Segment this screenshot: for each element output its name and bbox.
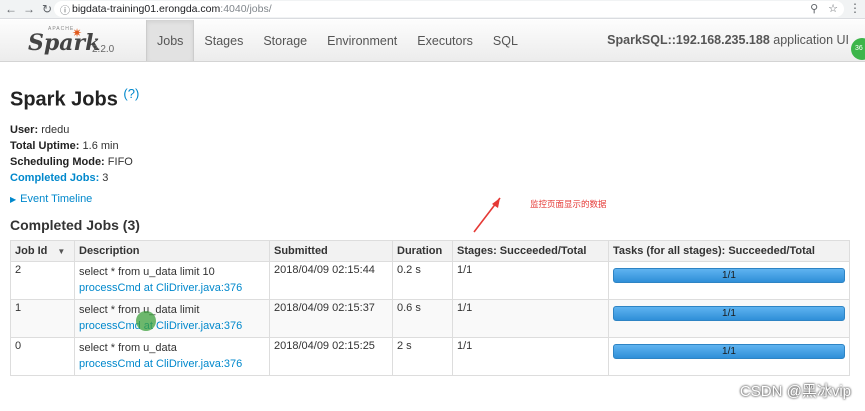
summary-completed: Completed Jobs: 3 [10, 172, 109, 184]
table-row: 2 select * from u_data limit 10 processC… [10, 261, 850, 300]
job-tasks: 1/1 [608, 337, 850, 376]
sort-desc-icon: ▼ [57, 247, 66, 256]
url-path: :4040/jobs/ [220, 3, 272, 15]
job-duration: 0.6 s [392, 299, 453, 338]
watermark: CSDN @黑冰vip [739, 383, 851, 400]
zoom-icon[interactable]: ⚲ [810, 1, 818, 17]
app-name: SparkSQL::192.168.235.188 [607, 33, 770, 47]
app-suffix: application UI [769, 33, 849, 47]
col-description[interactable]: Description [74, 240, 270, 262]
job-submitted: 2018/04/09 02:15:37 [269, 299, 393, 338]
table-header-row: Job Id ▼ Description Submitted Duration S… [10, 240, 850, 262]
job-duration: 2 s [392, 337, 453, 376]
url-host: bigdata-training01.erongda.com [72, 3, 221, 15]
tab-executors[interactable]: Executors [407, 20, 483, 61]
job-query: select * from u_data limit [79, 304, 200, 316]
completed-jobs-table: Job Id ▼ Description Submitted Duration S… [10, 240, 850, 376]
help-link[interactable]: (?) [123, 86, 139, 101]
nav-tabs: Jobs Stages Storage Environment Executor… [146, 20, 528, 61]
job-detail-link[interactable]: processCmd at CliDriver.java:376 [79, 282, 242, 294]
completed-jobs-link[interactable]: Completed Jobs: [10, 172, 99, 184]
floating-badge[interactable]: 36 [851, 38, 865, 60]
job-description: select * from u_data limit processCmd at… [74, 299, 270, 338]
spark-star-icon: ✷ [72, 26, 83, 40]
tab-jobs[interactable]: Jobs [146, 20, 195, 61]
event-timeline-toggle[interactable]: ▶ Event Timeline [10, 193, 92, 205]
job-summary: User: rdedu Total Uptime: 1.6 min Schedu… [10, 122, 133, 186]
mouse-cursor-highlight [136, 311, 156, 331]
tab-sql[interactable]: SQL [483, 20, 528, 61]
page-title-text: Spark Jobs [10, 88, 118, 111]
annotation-text: 监控页面显示的数据 [530, 199, 607, 209]
job-stages: 1/1 [452, 299, 609, 338]
expand-arrow-icon: ▶ [10, 195, 17, 204]
job-stages: 1/1 [452, 337, 609, 376]
summary-uptime: Total Uptime: 1.6 min [10, 140, 119, 152]
col-duration[interactable]: Duration [392, 240, 453, 262]
back-icon[interactable]: ← [4, 2, 18, 16]
job-id: 2 [10, 261, 75, 300]
tab-environment[interactable]: Environment [317, 20, 407, 61]
task-progress-bar: 1/1 [613, 268, 845, 283]
col-job-id[interactable]: Job Id ▼ [10, 240, 75, 262]
summary-scheduling: Scheduling Mode: FIFO [10, 156, 133, 168]
job-id: 1 [10, 299, 75, 338]
page-title: Spark Jobs (?) [10, 86, 139, 112]
job-tasks: 1/1 [608, 261, 850, 300]
tab-stages[interactable]: Stages [194, 20, 253, 61]
tab-storage[interactable]: Storage [253, 20, 317, 61]
job-id: 0 [10, 337, 75, 376]
browser-menu-icon[interactable]: ⋮ [849, 1, 861, 15]
job-query: select * from u_data limit 10 [79, 266, 215, 278]
forward-icon[interactable]: → [22, 2, 36, 16]
address-bar[interactable]: ⓘ bigdata-training01.erongda.com :4040/j… [54, 1, 844, 17]
site-info-icon[interactable]: ⓘ [58, 2, 72, 17]
reload-icon[interactable]: ↻ [40, 2, 54, 16]
spark-navbar: APACHE Spark ✷ 2.2.0 Jobs Stages Storage… [0, 20, 865, 62]
bookmark-star-icon[interactable]: ☆ [828, 1, 838, 17]
logo-text: Spark [28, 30, 101, 56]
browser-toolbar: ← → ↻ ⓘ bigdata-training01.erongda.com :… [0, 0, 865, 19]
task-progress-bar: 1/1 [613, 344, 845, 359]
col-tasks[interactable]: Tasks (for all stages): Succeeded/Total [608, 240, 850, 262]
job-tasks: 1/1 [608, 299, 850, 338]
completed-jobs-heading: Completed Jobs (3) [10, 217, 140, 233]
summary-user: User: rdedu [10, 124, 70, 136]
table-row: 0 select * from u_data processCmd at Cli… [10, 337, 850, 376]
job-detail-link[interactable]: processCmd at CliDriver.java:376 [79, 358, 242, 370]
job-submitted: 2018/04/09 02:15:25 [269, 337, 393, 376]
job-description: select * from u_data limit 10 processCmd… [74, 261, 270, 300]
job-description: select * from u_data processCmd at CliDr… [74, 337, 270, 376]
spark-version: 2.2.0 [92, 44, 115, 55]
spark-logo[interactable]: APACHE Spark ✷ 2.2.0 [28, 24, 144, 58]
job-stages: 1/1 [452, 261, 609, 300]
job-submitted: 2018/04/09 02:15:44 [269, 261, 393, 300]
task-progress-bar: 1/1 [613, 306, 845, 321]
job-detail-link[interactable]: processCmd at CliDriver.java:376 [79, 320, 242, 332]
col-submitted[interactable]: Submitted [269, 240, 393, 262]
job-duration: 0.2 s [392, 261, 453, 300]
col-stages[interactable]: Stages: Succeeded/Total [452, 240, 609, 262]
annotation-arrow [473, 197, 501, 233]
job-query: select * from u_data [79, 342, 177, 354]
app-title: SparkSQL::192.168.235.188 application UI [607, 33, 849, 47]
